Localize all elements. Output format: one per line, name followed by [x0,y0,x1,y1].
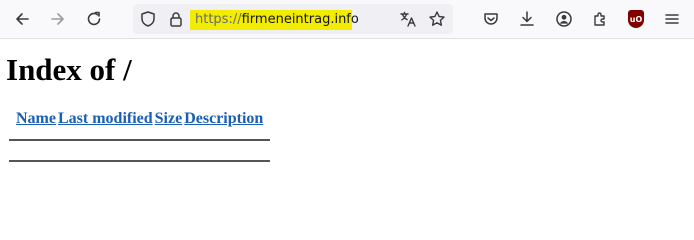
back-icon [16,13,29,25]
bookmark-button[interactable] [422,4,452,34]
translate-icon [400,11,416,27]
ublock-origin-icon[interactable]: uO [628,10,644,28]
download-icon [520,11,534,26]
tracking-protection-button[interactable] [133,4,163,34]
column-name: Name [8,110,58,128]
forward-icon [51,13,64,25]
column-last-modified: Last modified [58,110,155,128]
column-description: Description [184,110,265,128]
extensions-button[interactable] [585,4,615,34]
bookmark-star-icon [429,11,445,26]
account-icon [556,11,572,27]
url-bar[interactable]: https://firmeneintrag.info [133,4,453,34]
url-scheme: https:// [195,12,242,27]
reload-icon [87,11,101,26]
downloads-button[interactable] [512,4,542,34]
account-button[interactable] [549,4,579,34]
app-menu-button[interactable] [657,4,687,34]
table-header-row: Name Last modified Size Description [8,110,265,128]
sort-by-last-modified-link[interactable]: Last modified [58,110,153,127]
header-divider [9,139,270,141]
sort-by-size-link[interactable]: Size [155,110,183,127]
directory-listing-table: Name Last modified Size Description [8,110,265,128]
browser-toolbar: https://firmeneintrag.info uO [0,0,694,39]
forward-button[interactable] [43,4,73,34]
site-info-button[interactable] [161,4,191,34]
footer-divider [9,160,270,162]
pocket-button[interactable] [476,4,506,34]
ublock-label: uO [629,14,643,24]
page-title: Index of / [6,52,132,87]
reload-button[interactable] [79,4,109,34]
lock-icon [170,12,182,27]
url-text[interactable]: https://firmeneintrag.info [195,12,359,28]
sort-by-description-link[interactable]: Description [184,110,263,127]
shield-icon [141,11,155,27]
column-size: Size [155,110,185,128]
sort-by-name-link[interactable]: Name [16,110,56,127]
url-host: firmeneintrag.info [241,12,359,27]
menu-icon [665,14,679,24]
pocket-icon [484,13,498,25]
extensions-icon [594,12,605,26]
back-button[interactable] [7,4,37,34]
translate-button[interactable] [393,4,423,34]
